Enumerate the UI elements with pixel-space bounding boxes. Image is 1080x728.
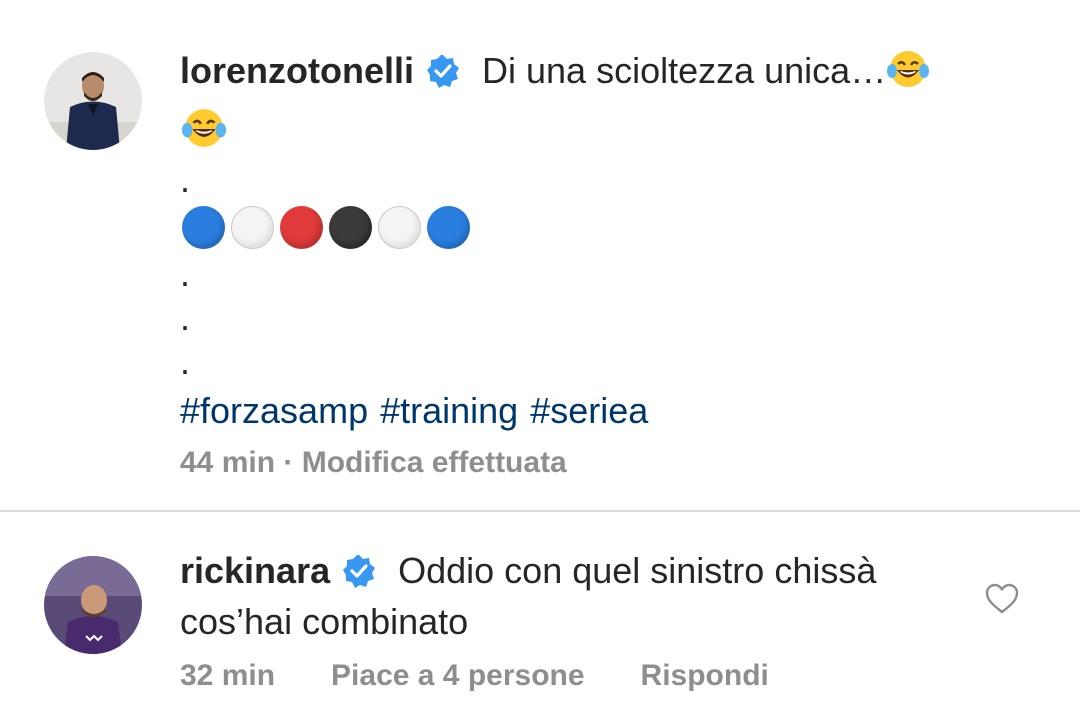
caption-dot: . bbox=[180, 159, 191, 200]
post-caption: lorenzotonelli Di una scioltezza unica… .… bbox=[180, 44, 1040, 480]
blue-circle-icon bbox=[427, 205, 470, 249]
divider bbox=[0, 510, 1080, 512]
comment-author-avatar[interactable] bbox=[44, 556, 142, 654]
caption-dot: . bbox=[180, 297, 191, 338]
blue-circle-icon bbox=[182, 205, 225, 249]
laughing-tears-emoji-icon bbox=[886, 49, 930, 104]
comment-meta: 32 min Piace a 4 persone Rispondi bbox=[180, 659, 940, 693]
caption-dot: . bbox=[180, 341, 191, 382]
red-circle-icon bbox=[280, 205, 323, 249]
post-meta: 44 min · Modifica effettuata bbox=[180, 446, 1040, 480]
edited-label: Modifica effettuata bbox=[301, 446, 567, 479]
meta-separator: · bbox=[275, 446, 302, 479]
hashtag-link[interactable]: #training bbox=[380, 390, 518, 431]
black-circle-icon bbox=[329, 205, 372, 249]
caption-text: Di una scioltezza unica… bbox=[482, 50, 887, 91]
comment: rickinara Oddio con quel sinistro chissà … bbox=[180, 548, 940, 693]
white-circle-icon bbox=[231, 205, 274, 249]
hashtags: #forzasamp #training #seriea bbox=[180, 390, 1040, 432]
comment-time: 32 min bbox=[180, 659, 276, 692]
comment-username[interactable]: rickinara bbox=[180, 550, 330, 591]
post-time: 44 min bbox=[180, 446, 276, 479]
laughing-tears-emoji-icon bbox=[180, 107, 228, 164]
reply-button[interactable]: Rispondi bbox=[641, 659, 769, 693]
hashtag-link[interactable]: #seriea bbox=[530, 390, 648, 431]
post-author-avatar[interactable] bbox=[44, 52, 142, 150]
like-heart-icon[interactable] bbox=[985, 583, 1019, 620]
post-username[interactable]: lorenzotonelli bbox=[180, 50, 414, 91]
hashtag-link[interactable]: #forzasamp bbox=[180, 390, 368, 431]
white-circle-icon bbox=[378, 205, 421, 249]
verified-badge-icon bbox=[426, 49, 460, 103]
comment-likes-link[interactable]: Piace a 4 persone bbox=[331, 659, 584, 693]
verified-badge-icon bbox=[342, 553, 376, 599]
caption-dot: . bbox=[180, 253, 191, 294]
color-circles-row bbox=[182, 202, 1040, 252]
